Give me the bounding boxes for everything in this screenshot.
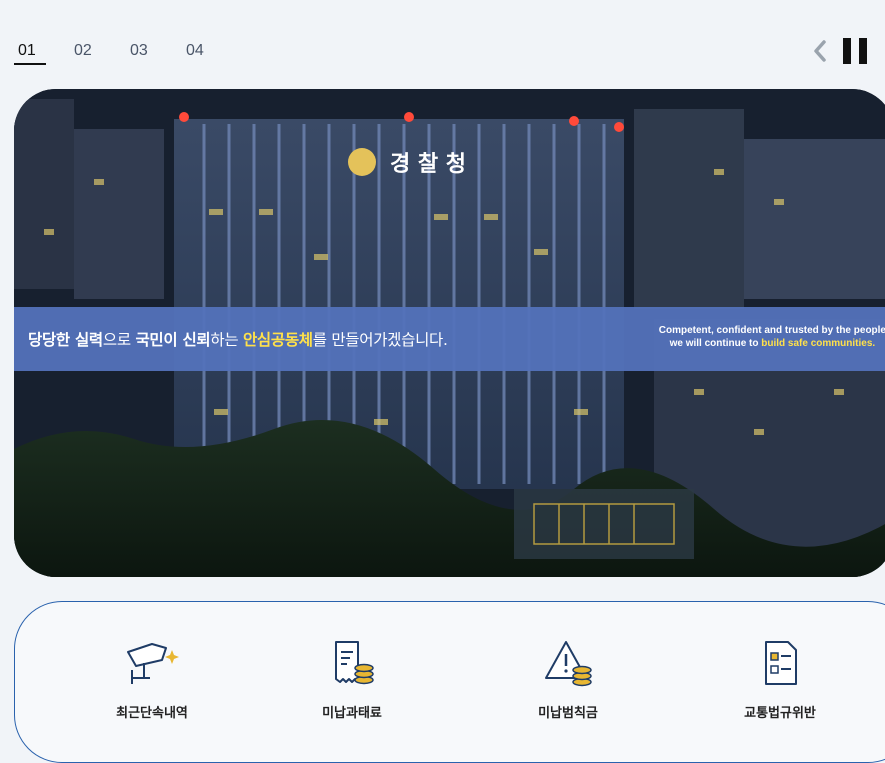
service-label: 최근단속내역 [116, 706, 188, 721]
cctv-camera-icon [92, 638, 212, 690]
hero-banner[interactable]: 경 찰 청 당당한 실력으로 국민이 신뢰하는 안심공동체를 만들어가겠습니다.… [14, 89, 885, 577]
slogan-korean: 당당한 실력으로 국민이 신뢰하는 안심공동체를 만들어가겠습니다. [28, 328, 448, 350]
slogan-english-highlight: build safe communities. [761, 338, 876, 349]
service-label: 미납범칙금 [538, 706, 598, 721]
slogan-strip: 당당한 실력으로 국민이 신뢰하는 안심공동체를 만들어가겠습니다. Compe… [14, 307, 885, 371]
service-label: 미납과태료 [322, 706, 382, 721]
slogan-part: 국민이 신뢰 [135, 331, 211, 349]
slide-tab-label: 01 [18, 42, 36, 59]
slide-tab-1[interactable]: 01 [14, 38, 70, 65]
quick-services-panel: 최근단속내역 미납과태료 미납범칙금 교통법규위반 [14, 601, 885, 763]
slide-tab-2[interactable]: 02 [70, 38, 126, 64]
slide-tab-label: 04 [186, 42, 204, 59]
slogan-highlight: 안심공동체 [242, 331, 313, 349]
slide-tab-label: 02 [74, 42, 92, 59]
slogan-english: Competent, confident and trusted by the … [659, 324, 885, 350]
checklist-document-icon [720, 638, 840, 690]
pause-icon[interactable] [843, 38, 867, 68]
slide-tab-4[interactable]: 04 [182, 38, 238, 64]
slogan-part: 하는 [210, 331, 243, 349]
slogan-english-part: we will continue to [669, 338, 762, 349]
slogan-part: 당당한 실력 [28, 331, 103, 349]
slogan-part: 를 만들어가겠습니다. [312, 331, 448, 349]
slider-controls [813, 38, 867, 68]
building-sign-text: 경 찰 청 [390, 152, 466, 177]
service-unpaid-penalties[interactable]: 미납범칙금 [508, 638, 628, 721]
service-unpaid-fines[interactable]: 미납과태료 [292, 638, 412, 721]
service-label: 교통법규위반 [744, 706, 816, 721]
chevron-left-icon[interactable] [813, 39, 827, 67]
slogan-part: 으로 [102, 331, 136, 349]
service-traffic-violations[interactable]: 교통법규위반 [720, 638, 840, 721]
slogan-english-line1: Competent, confident and trusted by the … [658, 325, 885, 336]
slide-tab-label: 03 [130, 42, 148, 59]
slogan-english-line2: we will continue to build safe communiti… [659, 337, 885, 350]
service-recent-enforcement[interactable]: 최근단속내역 [92, 638, 212, 721]
receipt-coins-icon [292, 638, 412, 690]
warning-coins-icon [508, 638, 628, 690]
slide-tab-3[interactable]: 03 [126, 38, 182, 64]
slide-pager: 01 02 03 04 [14, 38, 238, 65]
